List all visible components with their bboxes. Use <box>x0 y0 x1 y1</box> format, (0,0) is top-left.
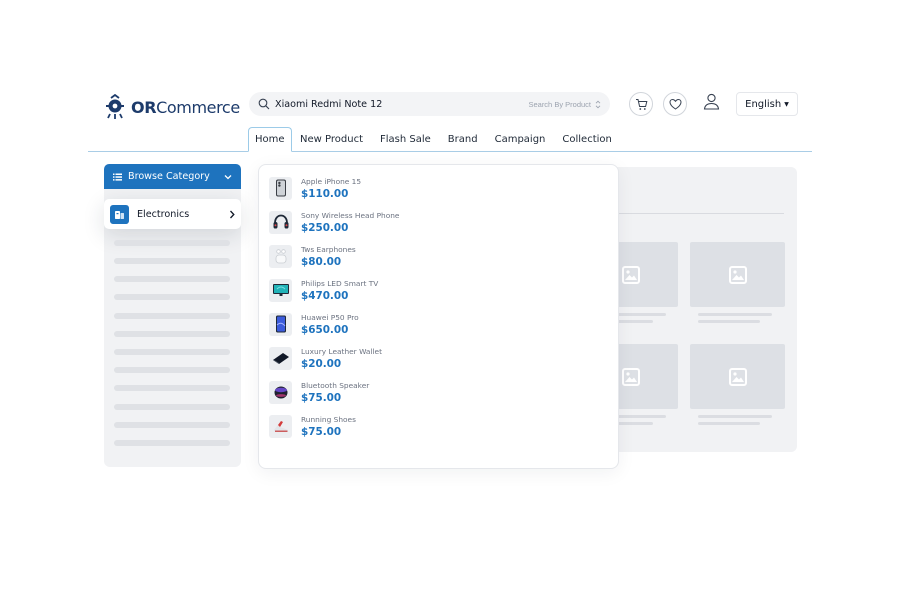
search-result-item[interactable]: Bluetooth Speaker $75.00 <box>269 378 369 406</box>
result-name: Bluetooth Speaker <box>301 380 370 390</box>
updown-chevron-icon <box>595 100 601 108</box>
chevron-down-icon <box>224 174 232 179</box>
nav-campaign[interactable]: Campaign <box>486 127 554 152</box>
image-placeholder <box>690 344 785 409</box>
result-price: $75.00 <box>301 425 342 438</box>
category-skeleton <box>114 404 230 410</box>
search-results-dropdown: Apple iPhone 15 $110.00 Sony Wireless He… <box>258 164 619 469</box>
search-input[interactable] <box>275 98 529 110</box>
nav-flash-sale[interactable]: Flash Sale <box>372 127 440 152</box>
result-name: Apple iPhone 15 <box>301 176 362 186</box>
result-price: $250.00 <box>301 221 349 234</box>
search-result-item[interactable]: Apple iPhone 15 $110.00 <box>269 174 361 202</box>
browse-category-label: Browse Category <box>128 171 210 182</box>
category-skeleton <box>114 258 230 264</box>
text-placeholder <box>698 313 772 316</box>
search-result-item[interactable]: Philips LED Smart TV $470.00 <box>269 276 378 304</box>
language-label: English <box>745 98 782 110</box>
user-icon[interactable] <box>703 93 720 110</box>
text-placeholder <box>698 320 760 323</box>
heart-icon <box>668 98 682 110</box>
result-price: $650.00 <box>301 323 349 336</box>
chevron-right-icon <box>230 210 235 218</box>
result-name: Sony Wireless Head Phone <box>301 210 400 220</box>
logo-mark-icon <box>106 94 124 119</box>
search-result-item[interactable]: Tws Earphones $80.00 <box>269 242 356 270</box>
nav-home[interactable]: Home <box>248 127 292 152</box>
text-placeholder <box>698 422 760 425</box>
category-skeleton <box>114 385 230 391</box>
category-skeleton <box>114 331 230 337</box>
result-text: Running Shoes $75.00 <box>301 414 356 439</box>
result-name: Running Shoes <box>301 414 356 424</box>
language-select[interactable]: English ▼ <box>736 92 798 116</box>
phone-icon <box>269 312 292 336</box>
nav-brand[interactable]: Brand <box>439 127 486 152</box>
category-skeleton <box>114 276 230 282</box>
category-skeleton <box>114 240 230 246</box>
category-skeleton <box>114 367 230 373</box>
headphone-icon <box>269 210 292 234</box>
result-price: $110.00 <box>301 187 349 200</box>
cart-button[interactable] <box>629 92 653 116</box>
search-result-item[interactable]: Luxury Leather Wallet $20.00 <box>269 344 382 372</box>
search-result-item[interactable]: Huawei P50 Pro $650.00 <box>269 310 359 338</box>
brand-logo[interactable]: ORCommerce <box>102 94 240 120</box>
logo-text: ORCommerce <box>131 97 240 117</box>
result-name: Luxury Leather Wallet <box>301 346 382 356</box>
sidebar-item-electronics[interactable]: Electronics <box>104 199 241 229</box>
list-icon <box>113 173 122 181</box>
result-text: Philips LED Smart TV $470.00 <box>301 278 378 303</box>
result-text: Bluetooth Speaker $75.00 <box>301 380 369 405</box>
result-text: Luxury Leather Wallet $20.00 <box>301 346 382 371</box>
wallet-icon <box>269 346 292 370</box>
result-name: Huawei P50 Pro <box>301 312 359 322</box>
main-nav: Home New Product Flash Sale Brand Campai… <box>248 127 620 152</box>
search-icon <box>258 98 270 110</box>
shoe-icon <box>269 414 292 438</box>
search-scope-label: Search By Product <box>528 99 591 109</box>
image-icon <box>728 265 747 284</box>
sidebar-item-label: Electronics <box>137 208 190 220</box>
result-text: Huawei P50 Pro $650.00 <box>301 312 359 337</box>
nav-divider <box>88 151 812 152</box>
category-skeleton <box>114 440 230 446</box>
category-skeleton <box>114 422 230 428</box>
image-icon <box>728 367 747 386</box>
nav-new-product[interactable]: New Product <box>292 127 372 152</box>
result-price: $75.00 <box>301 391 342 404</box>
result-price: $80.00 <box>301 255 342 268</box>
category-skeleton <box>114 313 230 319</box>
image-icon <box>621 265 640 284</box>
nav-collection[interactable]: Collection <box>554 127 620 152</box>
image-icon <box>621 367 640 386</box>
result-name: Tws Earphones <box>301 244 356 254</box>
product-grid-placeholder <box>595 167 797 452</box>
search-result-item[interactable]: Sony Wireless Head Phone $250.00 <box>269 208 399 236</box>
earphones-icon <box>269 244 292 268</box>
grid-divider <box>612 213 784 214</box>
search-result-item[interactable]: Running Shoes $75.00 <box>269 412 356 440</box>
result-text: Tws Earphones $80.00 <box>301 244 356 269</box>
caret-down-icon: ▼ <box>784 100 789 108</box>
result-name: Philips LED Smart TV <box>301 278 379 288</box>
result-price: $20.00 <box>301 357 342 370</box>
result-price: $470.00 <box>301 289 349 302</box>
category-skeleton <box>114 349 230 355</box>
image-placeholder <box>690 242 785 307</box>
browse-category-button[interactable]: Browse Category <box>104 164 241 189</box>
phone-icon <box>269 176 292 200</box>
category-skeleton <box>114 294 230 300</box>
electronics-icon <box>110 204 129 224</box>
speaker-icon <box>269 380 292 404</box>
tv-icon <box>269 278 292 302</box>
search-bar[interactable]: Search By Product <box>249 92 610 116</box>
result-text: Apple iPhone 15 $110.00 <box>301 176 361 201</box>
result-text: Sony Wireless Head Phone $250.00 <box>301 210 399 235</box>
wishlist-button[interactable] <box>663 92 687 116</box>
text-placeholder <box>698 415 772 418</box>
cart-icon <box>635 98 647 110</box>
search-scope-select[interactable]: Search By Product <box>528 100 601 109</box>
